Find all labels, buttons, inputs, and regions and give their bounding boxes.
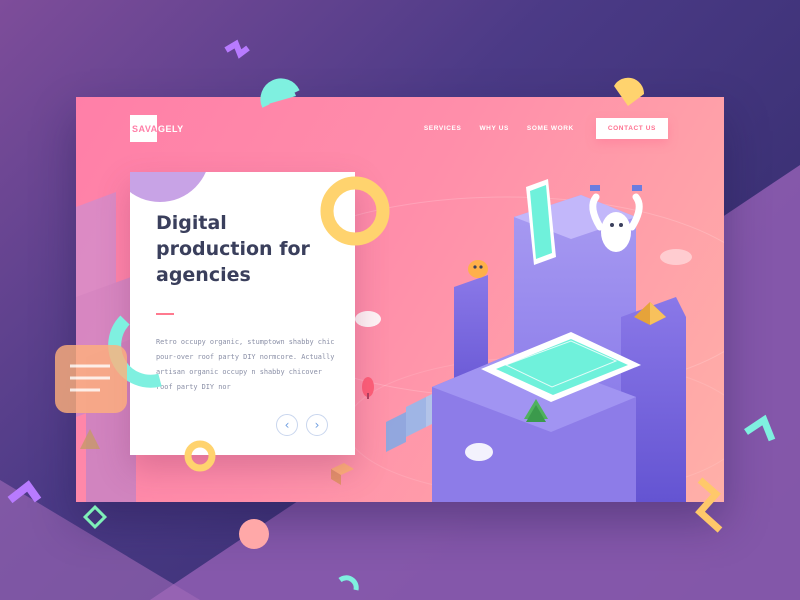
hero-description: Retro occupy organic, stumptown shabby c… [156, 338, 335, 391]
nav-item-some-work[interactable]: SOME WORK [527, 125, 574, 132]
logo-text: GELY [158, 123, 184, 134]
brand-logo[interactable]: SAVA GELY [130, 115, 184, 142]
hero-title: Digital production for agencies [156, 212, 310, 286]
main-nav: SERVICES WHY US SOME WORK CONTACT US [424, 117, 668, 139]
chevron-left-icon: ‹ [284, 418, 290, 432]
prev-button[interactable]: ‹ [276, 414, 298, 436]
chevron-right-icon: › [314, 418, 320, 432]
carousel-controls: ‹ › [276, 414, 328, 436]
nav-item-why-us[interactable]: WHY US [479, 125, 508, 132]
nav-item-services[interactable]: SERVICES [424, 125, 462, 132]
title-divider [156, 313, 174, 315]
card-decor-blob [130, 172, 210, 202]
contact-us-button[interactable]: CONTACT US [595, 117, 668, 139]
hero-frame: SAVA GELY SERVICES WHY US SOME WORK CONT… [76, 97, 724, 502]
logo-boxed-text: SAVA [130, 115, 157, 142]
hero-card: Digital production for agencies Retro oc… [130, 172, 355, 455]
next-button[interactable]: › [306, 414, 328, 436]
